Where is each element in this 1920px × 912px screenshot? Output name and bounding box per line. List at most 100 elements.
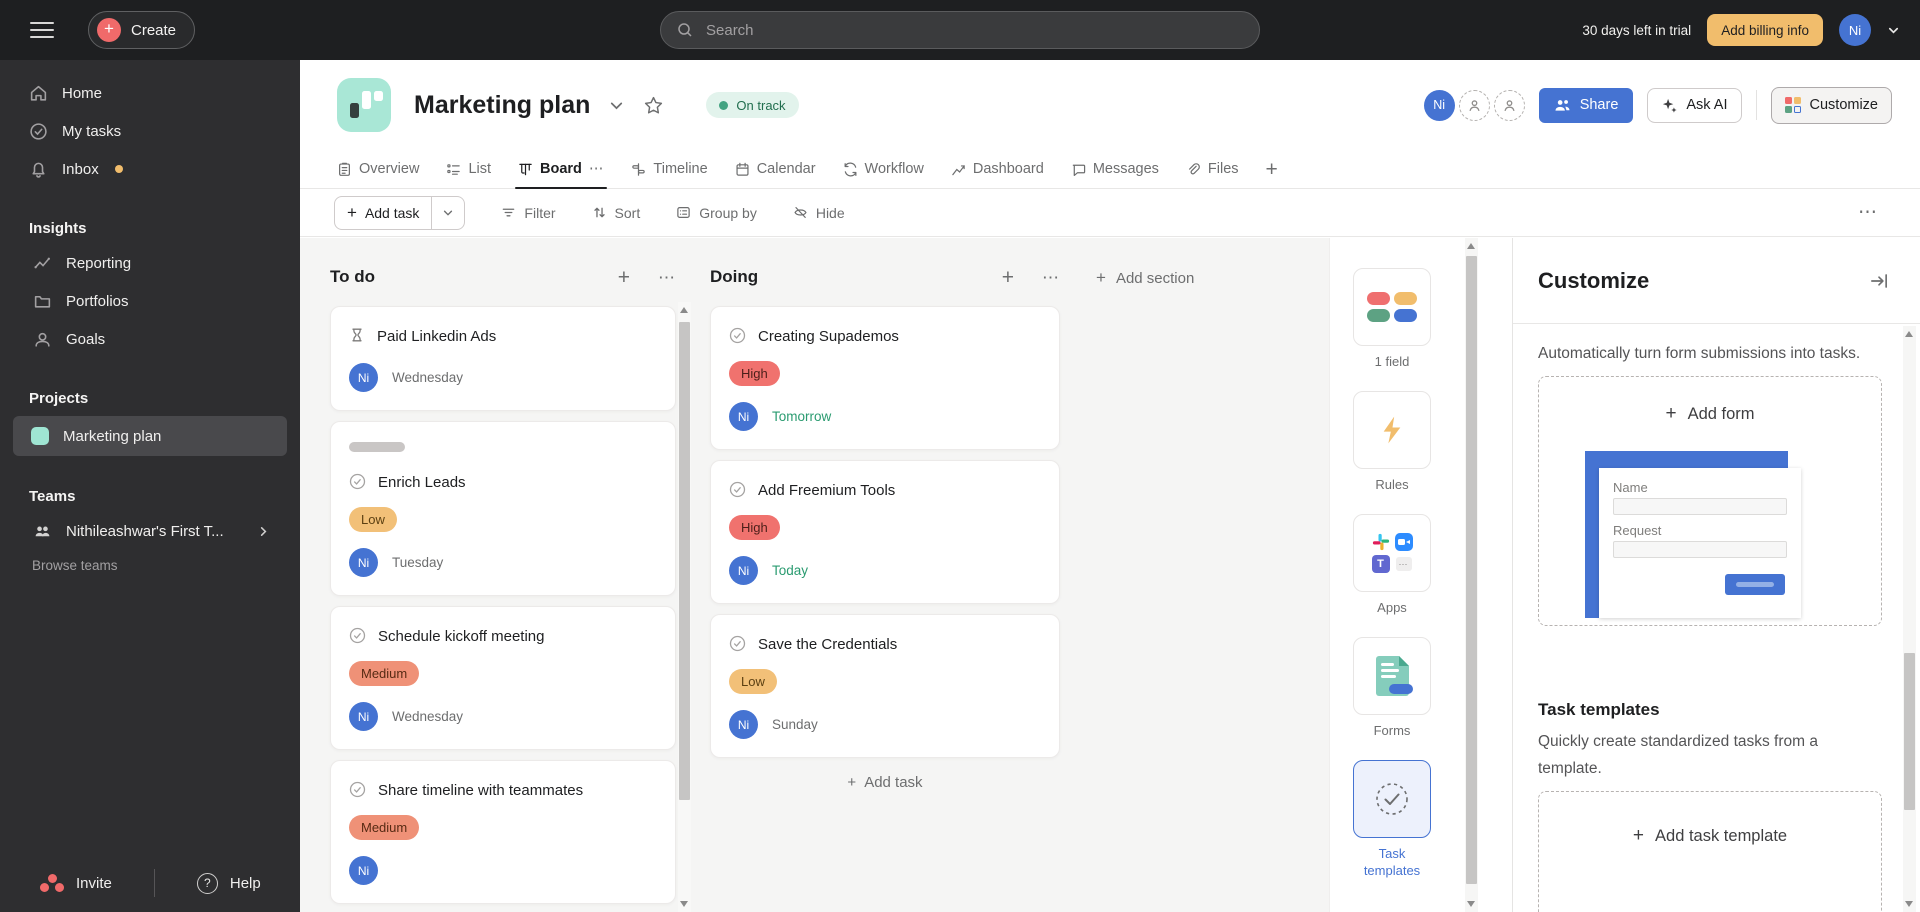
task-card[interactable]: Creating Supademos High Ni Tomorrow: [710, 306, 1060, 450]
column-more-icon[interactable]: ⋯: [1042, 269, 1060, 286]
add-billing-button[interactable]: Add billing info: [1707, 14, 1823, 46]
check-circle-icon[interactable]: [349, 627, 366, 644]
priority-badge[interactable]: High: [729, 515, 780, 540]
todo-column-scrollbar[interactable]: [678, 302, 691, 912]
tab-messages[interactable]: Messages: [1071, 150, 1159, 188]
add-form-dropzone[interactable]: + Add form Name Request: [1538, 376, 1882, 626]
status-badge[interactable]: On track: [706, 92, 799, 118]
help-button[interactable]: ? Help: [196, 872, 261, 894]
sidebar-item-team[interactable]: Nithileashwar's First T...: [0, 512, 300, 550]
chevron-right-icon[interactable]: [257, 525, 270, 538]
assignee-avatar[interactable]: Ni: [349, 702, 378, 731]
tab-list[interactable]: List: [446, 150, 491, 188]
check-circle-icon[interactable]: [729, 327, 746, 344]
project-icon[interactable]: [337, 78, 391, 132]
sidebar-item-my-tasks[interactable]: My tasks: [0, 112, 300, 150]
task-card[interactable]: Share timeline with teammates Medium Ni: [330, 760, 676, 904]
scroll-up-arrow[interactable]: [680, 307, 688, 313]
scrollbar-thumb[interactable]: [679, 322, 690, 800]
add-task-dropdown[interactable]: [431, 196, 464, 229]
tab-timeline[interactable]: Timeline: [631, 150, 708, 188]
scroll-down-arrow[interactable]: [680, 901, 688, 907]
task-card[interactable]: Schedule kickoff meeting Medium Ni Wedne…: [330, 606, 676, 750]
fields-tile[interactable]: [1353, 268, 1431, 346]
column-add-task-button[interactable]: + Add task: [710, 774, 1060, 791]
board-tab-more-icon[interactable]: ⋯: [589, 161, 605, 177]
assignee-avatar[interactable]: Ni: [729, 556, 758, 585]
scroll-up-arrow[interactable]: [1905, 331, 1913, 337]
star-icon[interactable]: [643, 95, 664, 116]
check-circle-icon[interactable]: [729, 635, 746, 652]
ask-ai-button[interactable]: Ask AI: [1647, 87, 1742, 123]
share-button[interactable]: Share: [1538, 87, 1634, 123]
projects-section-header[interactable]: Projects: [0, 382, 300, 414]
insights-section-header[interactable]: Insights: [0, 212, 300, 244]
add-template-dropzone[interactable]: + Add task template: [1538, 791, 1882, 912]
task-card[interactable]: Save the Credentials Low Ni Sunday: [710, 614, 1060, 758]
priority-badge[interactable]: Medium: [349, 661, 420, 686]
assignee-avatar[interactable]: Ni: [349, 363, 378, 392]
column-add-task-icon[interactable]: +: [1002, 267, 1014, 288]
group-by-button[interactable]: Group by: [676, 205, 757, 221]
sidebar-item-goals[interactable]: Goals: [0, 320, 300, 358]
sidebar-item-reporting[interactable]: Reporting: [0, 244, 300, 282]
rules-tile[interactable]: [1353, 391, 1431, 469]
task-templates-tile[interactable]: [1353, 760, 1431, 838]
check-circle-icon[interactable]: [729, 481, 746, 498]
scrollbar-thumb[interactable]: [1466, 256, 1477, 884]
toolbar-more-icon[interactable]: ⋯: [1858, 201, 1878, 224]
user-avatar[interactable]: Ni: [1839, 14, 1871, 46]
sidebar-item-portfolios[interactable]: Portfolios: [0, 282, 300, 320]
add-tab-icon[interactable]: +: [1266, 159, 1278, 180]
priority-badge[interactable]: Medium: [349, 815, 420, 840]
scroll-down-arrow[interactable]: [1905, 901, 1913, 907]
collapse-panel-icon[interactable]: [1868, 270, 1890, 292]
task-card[interactable]: Add Freemium Tools High Ni Today: [710, 460, 1060, 604]
panel-scrollbar[interactable]: [1903, 326, 1916, 912]
forms-tile[interactable]: [1353, 637, 1431, 715]
assignee-avatar[interactable]: Ni: [349, 856, 378, 885]
tab-calendar[interactable]: Calendar: [735, 150, 816, 188]
sidebar-item-inbox[interactable]: Inbox: [0, 150, 300, 188]
filter-button[interactable]: Filter: [501, 205, 556, 221]
priority-badge[interactable]: Low: [729, 669, 777, 694]
tab-overview[interactable]: Overview: [337, 150, 419, 188]
browse-teams-link[interactable]: Browse teams: [0, 558, 300, 573]
hide-button[interactable]: Hide: [793, 205, 845, 221]
task-card[interactable]: Enrich Leads Low Ni Tuesday: [330, 421, 676, 596]
check-circle-icon[interactable]: [349, 473, 366, 490]
hamburger-menu-icon[interactable]: [30, 22, 54, 38]
assignee-avatar[interactable]: Ni: [729, 710, 758, 739]
tab-dashboard[interactable]: Dashboard: [951, 150, 1044, 188]
empty-seat-avatar[interactable]: [1458, 89, 1490, 121]
customize-button[interactable]: Customize: [1770, 86, 1892, 124]
priority-badge[interactable]: Low: [349, 507, 397, 532]
check-circle-icon[interactable]: [349, 781, 366, 798]
add-form-button[interactable]: + Add form: [1539, 403, 1881, 425]
assignee-avatar[interactable]: Ni: [729, 402, 758, 431]
sidebar-item-home[interactable]: Home: [0, 74, 300, 112]
apps-tile[interactable]: T ⋯: [1353, 514, 1431, 592]
sidebar-item-marketing-plan[interactable]: Marketing plan: [13, 416, 287, 456]
search-input[interactable]: [704, 20, 1243, 40]
tab-workflow[interactable]: Workflow: [843, 150, 924, 188]
invite-button[interactable]: Invite: [40, 874, 112, 892]
column-title[interactable]: To do: [330, 267, 375, 287]
global-search[interactable]: [660, 11, 1260, 49]
column-title[interactable]: Doing: [710, 267, 758, 287]
scrollbar-thumb[interactable]: [1904, 653, 1915, 810]
task-card[interactable]: Paid Linkedin Ads Ni Wednesday: [330, 306, 676, 411]
sort-button[interactable]: Sort: [592, 205, 640, 221]
add-task-template-button[interactable]: + Add task template: [1539, 825, 1881, 847]
scroll-up-arrow[interactable]: [1467, 243, 1475, 249]
column-add-task-icon[interactable]: +: [618, 267, 630, 288]
empty-seat-avatar[interactable]: [1493, 89, 1525, 121]
priority-badge[interactable]: High: [729, 361, 780, 386]
member-avatar[interactable]: Ni: [1423, 89, 1455, 121]
add-task-button[interactable]: + Add task: [334, 195, 466, 230]
chevron-down-icon[interactable]: [1887, 24, 1900, 37]
rail-scrollbar[interactable]: [1465, 238, 1478, 912]
scroll-down-arrow[interactable]: [1467, 901, 1475, 907]
create-button[interactable]: + Create: [88, 11, 196, 49]
teams-section-header[interactable]: Teams: [0, 480, 300, 512]
